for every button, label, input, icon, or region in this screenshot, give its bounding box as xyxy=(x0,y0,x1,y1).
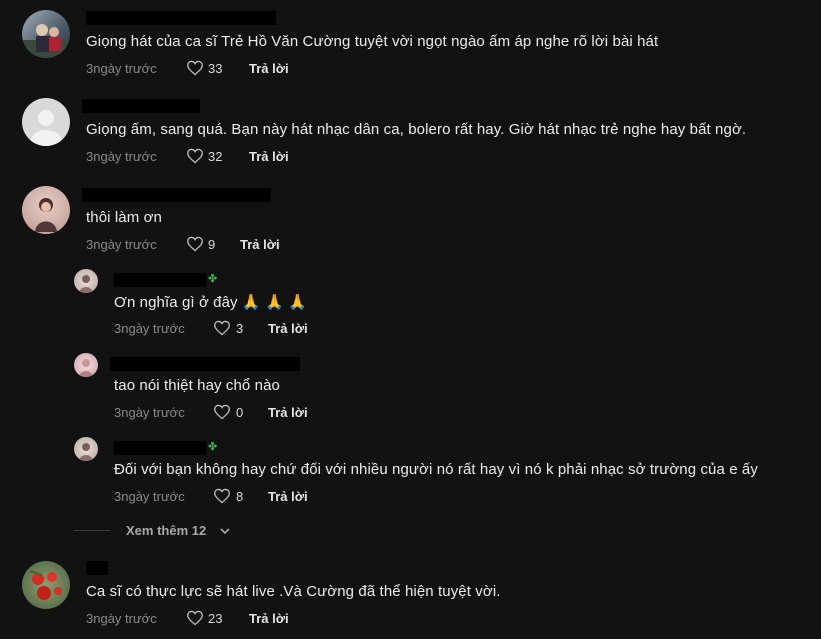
like-count: 23 xyxy=(208,611,223,626)
reply-button[interactable]: Trả lời xyxy=(268,321,308,336)
comment-time: 3ngày trước xyxy=(86,149,157,164)
reply-button[interactable]: Trả lời xyxy=(249,61,289,76)
avatar[interactable] xyxy=(74,269,98,293)
reply-button[interactable]: Trả lời xyxy=(249,149,289,164)
comment-text: Ơn nghĩa gì ở đây 🙏 🙏 🙏 xyxy=(114,294,307,311)
avatar-image xyxy=(22,24,70,58)
heart-icon[interactable] xyxy=(186,236,204,252)
reply-button[interactable]: Trả lời xyxy=(249,611,289,626)
comment-text: Ca sĩ có thực lực sẽ hát live .Và Cường … xyxy=(86,583,501,600)
default-avatar-icon xyxy=(31,110,61,146)
avatar[interactable] xyxy=(22,98,70,146)
avatar-image xyxy=(79,275,93,293)
avatar[interactable] xyxy=(22,186,70,234)
like-count: 3 xyxy=(236,321,244,336)
clover-icon: ✤ xyxy=(208,273,218,285)
comment-text: tao nói thiệt hay chổ nào xyxy=(114,377,280,394)
avatar[interactable] xyxy=(74,437,98,461)
comment-text: Giọng ấm, sang quá. Bạn này hát nhạc dân… xyxy=(86,121,747,138)
avatar-image xyxy=(35,198,57,232)
chevron-down-icon[interactable] xyxy=(218,524,232,538)
username[interactable] xyxy=(114,273,206,287)
username[interactable] xyxy=(82,99,200,113)
like-count: 33 xyxy=(208,61,223,76)
avatar-image xyxy=(79,443,93,461)
like-count: 0 xyxy=(236,405,244,420)
avatar[interactable] xyxy=(22,561,70,609)
comment-text: Đối với bạn không hay chứ đối với nhiều … xyxy=(114,461,758,478)
avatar[interactable] xyxy=(74,353,98,377)
comment-time: 3ngày trước xyxy=(114,321,185,336)
username[interactable] xyxy=(86,561,108,575)
heart-icon[interactable] xyxy=(213,404,231,420)
username[interactable] xyxy=(86,11,276,25)
comment-time: 3ngày trước xyxy=(86,61,157,76)
heart-icon[interactable] xyxy=(186,610,204,626)
comment-text: Giọng hát của ca sĩ Trẻ Hồ Văn Cường tuy… xyxy=(86,33,659,50)
reply-button[interactable]: Trả lời xyxy=(268,489,308,504)
like-count: 8 xyxy=(236,489,244,504)
heart-icon[interactable] xyxy=(186,60,204,76)
clover-icon: ✤ xyxy=(208,441,218,453)
comment-time: 3ngày trước xyxy=(86,237,157,252)
comment-text: thôi làm ơn xyxy=(86,209,162,226)
avatar-image xyxy=(29,570,62,600)
username[interactable] xyxy=(82,188,271,202)
heart-icon[interactable] xyxy=(186,148,204,164)
divider xyxy=(74,530,110,531)
like-count: 9 xyxy=(208,237,216,252)
username[interactable] xyxy=(114,441,206,455)
comment-time: 3ngày trước xyxy=(114,489,185,504)
heart-icon[interactable] xyxy=(213,320,231,336)
like-count: 32 xyxy=(208,149,223,164)
heart-icon[interactable] xyxy=(213,488,231,504)
comment-time: 3ngày trước xyxy=(114,405,185,420)
avatar[interactable] xyxy=(22,10,70,58)
comment-time: 3ngày trước xyxy=(86,611,157,626)
reply-button[interactable]: Trả lời xyxy=(240,237,280,252)
reply-button[interactable]: Trả lời xyxy=(268,405,308,420)
username[interactable] xyxy=(110,357,300,371)
avatar-image xyxy=(79,359,93,377)
view-more-replies-button[interactable]: Xem thêm 12 xyxy=(126,523,206,538)
